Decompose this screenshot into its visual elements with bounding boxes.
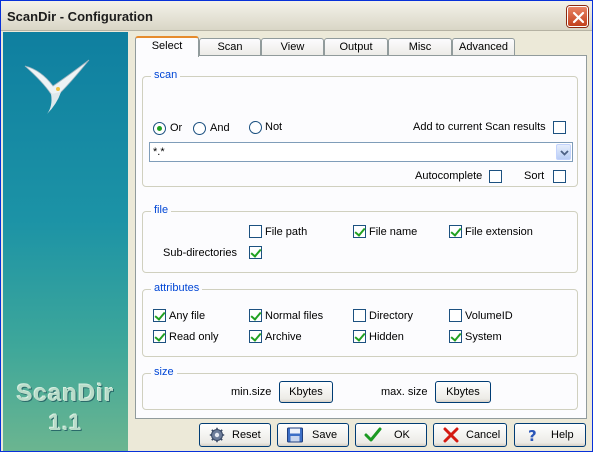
hidden-label: Hidden xyxy=(369,331,404,343)
system-checkbox[interactable] xyxy=(449,330,462,343)
tab-output[interactable]: Output xyxy=(324,38,388,56)
archive-label: Archive xyxy=(265,331,302,343)
or-radio[interactable] xyxy=(153,122,166,135)
help-icon: ? xyxy=(528,427,537,443)
seagull-icon xyxy=(24,59,90,114)
disk-icon xyxy=(287,427,303,443)
save-label: Save xyxy=(312,429,338,441)
tab-scan[interactable]: Scan xyxy=(199,38,261,56)
ok-label: OK xyxy=(394,429,410,441)
sub-directories-checkbox[interactable] xyxy=(249,246,262,259)
directory-label: Directory xyxy=(369,310,414,322)
normal-files-checkbox[interactable] xyxy=(249,309,262,322)
and-label: And xyxy=(210,122,230,134)
cancel-button[interactable]: Cancel xyxy=(433,423,507,447)
size-legend: size xyxy=(151,366,177,378)
close-button[interactable] xyxy=(567,6,588,27)
autocomplete-checkbox[interactable] xyxy=(489,170,502,183)
add-to-results-checkbox[interactable] xyxy=(553,121,566,134)
autocomplete-label: Autocomplete xyxy=(415,170,483,182)
sidebar-banner: ScanDir 1.1 xyxy=(3,32,128,451)
directory-checkbox[interactable] xyxy=(353,309,366,322)
file-name-checkbox[interactable] xyxy=(353,225,366,238)
min-size-unit-button[interactable]: Kbytes xyxy=(279,381,333,403)
volumeid-label: VolumeID xyxy=(465,310,513,322)
configuration-window: ScanDir - Configuration ScanDir 1.1 Sele… xyxy=(0,0,593,452)
file-legend: file xyxy=(151,204,172,216)
cancel-label: Cancel xyxy=(466,429,501,441)
file-extension-label: File extension xyxy=(465,226,533,238)
scan-group: scan Or And Not Add to current Scan resu… xyxy=(142,69,578,187)
cancel-x-icon xyxy=(443,427,459,443)
hidden-checkbox[interactable] xyxy=(353,330,366,343)
max-size-unit-button[interactable]: Kbytes xyxy=(435,381,491,403)
brand-name: ScanDir xyxy=(16,380,115,407)
attributes-group: attributes Any file Normal files Directo… xyxy=(142,282,578,357)
chevron-down-icon xyxy=(560,150,569,156)
max-size-label: max. size xyxy=(381,386,428,398)
help-label: Help xyxy=(551,429,574,441)
file-group: file File path File name File extension … xyxy=(142,204,578,273)
gear-icon xyxy=(209,427,225,443)
sort-checkbox[interactable] xyxy=(553,170,566,183)
attributes-legend: attributes xyxy=(151,282,203,294)
tab-view[interactable]: View xyxy=(261,38,324,56)
reset-button[interactable]: Reset xyxy=(199,423,271,447)
title-bar[interactable]: ScanDir - Configuration xyxy=(1,1,592,31)
or-label: Or xyxy=(170,122,183,134)
window-title: ScanDir - Configuration xyxy=(7,9,153,24)
size-group: size min.size Kbytes max. size Kbytes xyxy=(142,366,578,410)
ok-button[interactable]: OK xyxy=(355,423,427,447)
svg-text:?: ? xyxy=(528,427,537,443)
any-file-checkbox[interactable] xyxy=(153,309,166,322)
reset-label: Reset xyxy=(232,429,261,441)
help-button[interactable]: ? Help xyxy=(514,423,586,447)
close-icon xyxy=(572,11,585,24)
file-extension-checkbox[interactable] xyxy=(449,225,462,238)
sub-directories-label: Sub-directories xyxy=(163,247,237,259)
file-path-label: File path xyxy=(265,226,308,238)
tab-misc[interactable]: Misc xyxy=(388,38,452,56)
scan-legend: scan xyxy=(151,69,181,81)
save-button[interactable]: Save xyxy=(277,423,349,447)
any-file-label: Any file xyxy=(169,310,206,322)
min-size-label: min.size xyxy=(231,386,272,398)
brand-version: 1.1 xyxy=(48,410,83,435)
add-to-results-label: Add to current Scan results xyxy=(413,121,546,133)
tab-advanced[interactable]: Advanced xyxy=(452,38,515,56)
checkmark-icon xyxy=(364,427,382,442)
file-name-label: File name xyxy=(369,226,418,238)
volumeid-checkbox[interactable] xyxy=(449,309,462,322)
and-radio[interactable] xyxy=(193,122,206,135)
not-radio[interactable] xyxy=(249,121,262,134)
archive-checkbox[interactable] xyxy=(249,330,262,343)
tab-select[interactable]: Select xyxy=(135,36,199,57)
read-only-label: Read only xyxy=(169,331,219,343)
normal-files-label: Normal files xyxy=(265,310,324,322)
sort-label: Sort xyxy=(524,170,545,182)
not-label: Not xyxy=(265,121,283,133)
select-tab-panel: scan Or And Not Add to current Scan resu… xyxy=(135,55,587,419)
pattern-combo[interactable]: *.* xyxy=(149,142,573,162)
system-label: System xyxy=(465,331,502,343)
file-path-checkbox[interactable] xyxy=(249,225,262,238)
read-only-checkbox[interactable] xyxy=(153,330,166,343)
pattern-value: *.* xyxy=(153,146,165,158)
combo-dropdown-button[interactable] xyxy=(556,144,571,160)
